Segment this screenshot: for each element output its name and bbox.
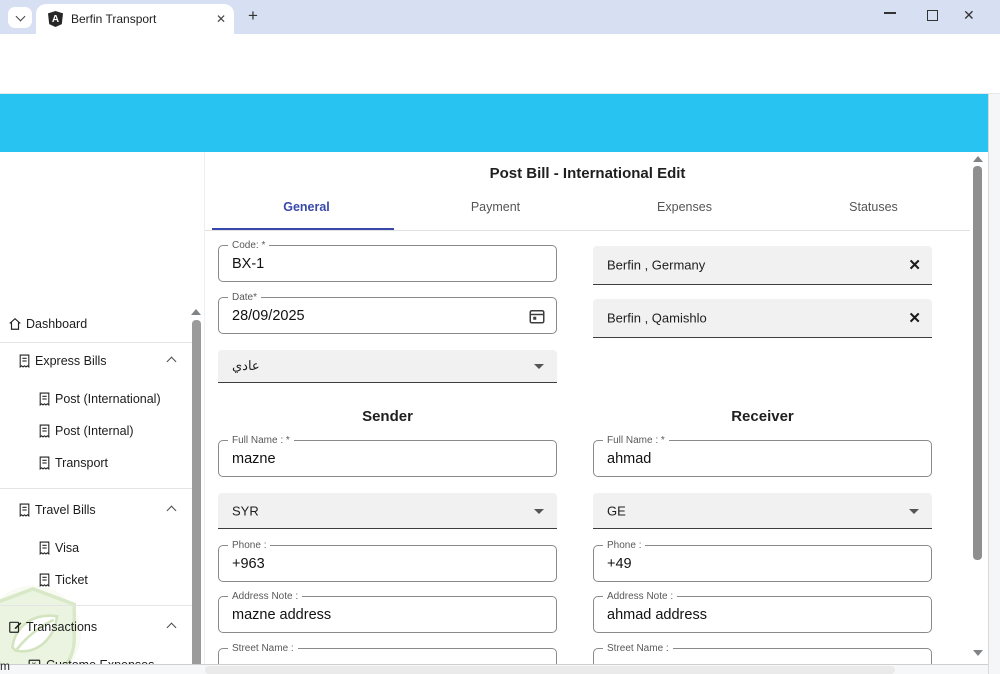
bookmarks-bar: Gmail YouTube Maps [0, 66, 1000, 154]
horizontal-scrollbar[interactable] [0, 664, 988, 674]
code-field[interactable]: Code: * BX-1 [218, 240, 557, 282]
sidebar-item-visa[interactable]: Visa [38, 536, 79, 560]
sender-full-name-field[interactable]: Full Name : * mazne [218, 435, 557, 477]
chevron-up-icon[interactable] [166, 505, 177, 516]
dropdown-caret-icon [909, 508, 919, 514]
receipt-icon [39, 573, 50, 587]
receipt-icon [39, 541, 50, 555]
receiver-address-note-field[interactable]: Address Note : ahmad address [593, 591, 932, 633]
status-text: m [0, 659, 10, 673]
tab-general[interactable]: General [212, 200, 401, 228]
receiver-full-name-value[interactable]: ahmad [607, 451, 651, 467]
receipt-icon [19, 354, 30, 368]
calendar-icon[interactable] [528, 307, 546, 325]
sidebar-group-express-bills[interactable]: Express Bills [18, 349, 107, 373]
bill-type-value: عادي [232, 358, 260, 373]
receipt-icon [19, 503, 30, 517]
sidebar-item-transport[interactable]: Transport [38, 451, 108, 475]
sidebar-group-transactions[interactable]: Transactions [8, 615, 97, 639]
sender-heading: Sender [362, 408, 413, 425]
sidebar-nav: كفيـل Dashboard Express Bills Post (Inte… [0, 152, 205, 674]
main-scroll-down-icon[interactable] [973, 650, 983, 656]
sender-country-value: SYR [232, 503, 259, 518]
window-close-button[interactable]: ✕ [963, 7, 975, 24]
sender-country-select[interactable]: SYR [218, 493, 557, 529]
tab-expenses[interactable]: Expenses [590, 200, 779, 228]
main-scrollbar-thumb[interactable] [973, 166, 982, 560]
window-minimize-button[interactable] [884, 12, 896, 14]
sender-address-note-field[interactable]: Address Note : mazne address [218, 591, 557, 633]
code-value[interactable]: BX-1 [232, 256, 264, 272]
bill-type-select[interactable]: عادي [218, 350, 557, 383]
angular-favicon-icon: A [48, 11, 63, 27]
sender-phone-field[interactable]: Phone : +963 [218, 540, 557, 582]
browser-tab[interactable]: A Berfin Transport ✕ [36, 4, 234, 34]
code-label: Code: * [228, 240, 270, 251]
receiver-country-value: GE [607, 503, 626, 518]
main-scroll-up-icon[interactable] [973, 156, 983, 162]
app-header: Berfin Transport admin [0, 94, 988, 225]
sidebar-divider [0, 605, 192, 606]
receiver-heading: Receiver [731, 408, 794, 425]
sender-full-name-value[interactable]: mazne [232, 451, 276, 467]
browser-tabstrip: A Berfin Transport ✕ + ✕ [0, 0, 1000, 34]
sidebar-divider [0, 342, 192, 343]
date-label: Date* [228, 292, 262, 303]
tab-payment[interactable]: Payment [401, 200, 590, 228]
sidebar-item-post-internal[interactable]: Post (Internal) [38, 419, 134, 443]
to-location-field[interactable]: Berfin , Qamishlo ✕ [593, 299, 932, 338]
receiver-street-name-label: Street Name : [603, 643, 673, 654]
chevron-down-icon [15, 11, 25, 21]
sidebar-group-travel-bills[interactable]: Travel Bills [18, 498, 96, 522]
receipt-icon [39, 456, 50, 470]
tab-search-button[interactable] [8, 7, 32, 28]
receipt-icon [39, 392, 50, 406]
clear-x-icon[interactable]: ✕ [908, 256, 921, 274]
date-field[interactable]: Date* 28/09/2025 [218, 292, 557, 334]
home-icon [9, 317, 21, 330]
sidebar-scroll-up-icon[interactable] [191, 309, 201, 315]
receiver-full-name-field[interactable]: Full Name : * ahmad [593, 435, 932, 477]
sidebar-item-dashboard[interactable]: Dashboard [8, 312, 87, 336]
page-title: Post Bill - International Edit [489, 165, 686, 182]
sidebar-item-post-international[interactable]: Post (International) [38, 387, 161, 411]
sender-phone-value[interactable]: +963 [232, 556, 265, 572]
receiver-full-name-label: Full Name : * [603, 435, 669, 446]
receiver-phone-field[interactable]: Phone : +49 [593, 540, 932, 582]
receiver-phone-label: Phone : [603, 540, 646, 551]
sidebar-divider [0, 488, 192, 489]
receiver-address-note-label: Address Note : [603, 591, 678, 602]
to-location-value: Berfin , Qamishlo [607, 310, 707, 326]
main-content: Post Bill - International Edit General P… [205, 152, 988, 674]
chevron-up-icon[interactable] [166, 356, 177, 367]
new-tab-button[interactable]: + [248, 6, 258, 26]
sender-street-name-label: Street Name : [228, 643, 298, 654]
receiver-address-note-value[interactable]: ahmad address [607, 607, 707, 623]
dropdown-caret-icon [534, 364, 544, 369]
chevron-up-icon[interactable] [166, 622, 177, 633]
from-location-field[interactable]: Berfin , Germany ✕ [593, 246, 932, 285]
receiver-phone-value[interactable]: +49 [607, 556, 632, 572]
horizontal-scrollbar-thumb[interactable] [205, 666, 895, 674]
sidebar-item-ticket[interactable]: Ticket [38, 568, 88, 592]
tabs-divider [205, 230, 970, 231]
date-value[interactable]: 28/09/2025 [232, 308, 305, 324]
window-maximize-button[interactable] [927, 10, 938, 21]
dropdown-caret-icon [534, 508, 544, 514]
sender-full-name-label: Full Name : * [228, 435, 294, 446]
sidebar-scrollbar-thumb[interactable] [192, 320, 201, 674]
clear-x-icon[interactable]: ✕ [908, 309, 921, 327]
receiver-country-select[interactable]: GE [593, 493, 932, 529]
window-scrollbar[interactable] [988, 94, 1000, 674]
tab-statuses[interactable]: Statuses [779, 200, 968, 228]
browser-toolbar: ← → ⟳ localhost:4200/transportBillEdit/1… [0, 34, 1000, 98]
tab-title: Berfin Transport [71, 12, 157, 26]
document-edit-icon [9, 621, 22, 633]
sender-phone-label: Phone : [228, 540, 271, 551]
receipt-icon [39, 424, 50, 438]
sender-address-note-label: Address Note : [228, 591, 303, 602]
from-location-value: Berfin , Germany [607, 257, 706, 273]
tab-close-icon[interactable]: ✕ [216, 12, 226, 26]
sender-address-note-value[interactable]: mazne address [232, 607, 331, 623]
